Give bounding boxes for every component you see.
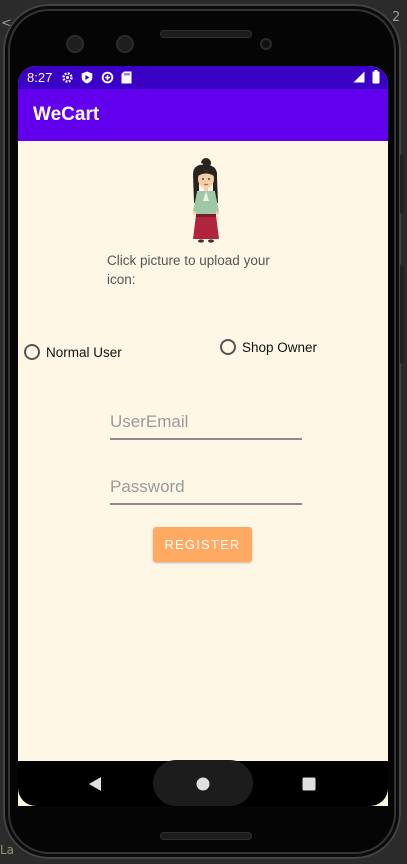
back-icon[interactable] [88, 776, 102, 797]
radio-shop-owner[interactable]: Shop Owner [220, 339, 317, 355]
radio-normal-user[interactable]: Normal User [24, 344, 122, 360]
register-button[interactable]: REGISTER [153, 527, 252, 562]
power-button [400, 154, 404, 214]
settings-gear-icon [61, 71, 74, 87]
email-input[interactable] [110, 408, 302, 436]
status-time: 8:27 [27, 70, 53, 85]
front-sensor [116, 35, 134, 53]
password-input[interactable] [110, 473, 302, 501]
password-field [110, 473, 302, 505]
radio-unchecked-icon [24, 344, 40, 360]
front-camera [66, 35, 84, 53]
bottom-speaker [160, 832, 252, 840]
upload-hint-line: Click picture to upload your [107, 253, 270, 268]
avatar-upload-image[interactable] [180, 157, 230, 247]
upload-hint-text: Click picture to upload your icon: [107, 251, 287, 289]
play-protect-icon [81, 71, 93, 87]
character-avatar-icon [192, 158, 220, 243]
sd-card-icon [121, 71, 132, 87]
battery-icon [372, 70, 380, 87]
navigation-bar [18, 760, 388, 806]
edge-glyph: 2 [392, 10, 401, 25]
app-screen: 8:27 WeCart Click picture to upload your… [18, 66, 388, 806]
upload-hint-line: icon: [107, 272, 136, 287]
data-saver-icon [101, 71, 114, 87]
status-bar: 8:27 [18, 66, 388, 89]
proximity-sensor [260, 38, 272, 50]
radio-unchecked-icon [220, 339, 236, 355]
home-icon[interactable] [196, 777, 210, 796]
volume-button [400, 264, 404, 364]
signal-icon [353, 71, 365, 86]
edge-glyph: La [0, 843, 15, 857]
email-field [110, 408, 302, 440]
app-bar: WeCart [18, 89, 388, 141]
earpiece-speaker [160, 30, 252, 38]
recents-icon[interactable] [302, 777, 316, 796]
radio-shop-owner-label: Shop Owner [242, 339, 318, 355]
app-title: WeCart [33, 104, 100, 125]
radio-normal-user-label: Normal User [46, 344, 122, 360]
